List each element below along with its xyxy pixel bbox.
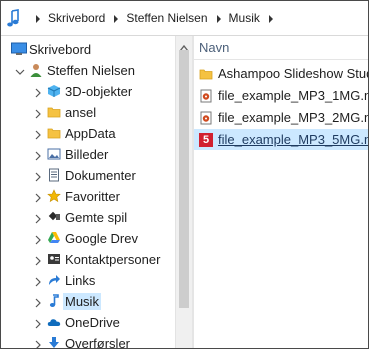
chevron-right-icon[interactable]: [33, 233, 43, 245]
chevron-right-icon[interactable]: [33, 296, 43, 308]
nav-scrollbar[interactable]: [175, 36, 192, 348]
chevron-right-icon[interactable]: [33, 212, 43, 224]
breadcrumb: Skrivebord Steffen Nielsen Musik: [29, 5, 279, 31]
file-list-pane[interactable]: Navn Ashampoo Slideshow Studio file_exam…: [194, 36, 369, 348]
tree-item-label: Google Drev: [65, 230, 138, 246]
scroll-up-arrow-icon[interactable]: [179, 39, 189, 52]
music-note-icon: [7, 9, 21, 27]
file-explorer-window: Skrivebord Steffen Nielsen Musik Skriveb…: [0, 0, 369, 349]
step-badge: 5: [199, 132, 213, 147]
chevron-right-icon[interactable]: [33, 254, 43, 266]
saved-games-icon: [47, 210, 61, 224]
google-drive-icon: [47, 231, 61, 245]
download-arrow-icon: [47, 336, 61, 348]
tree-item-label: Links: [65, 272, 96, 288]
tree-item-musik[interactable]: Musik: [33, 291, 175, 311]
tree-item-onedrive[interactable]: OneDrive: [33, 312, 175, 332]
breadcrumb-item-skrivebord[interactable]: Skrivebord: [46, 11, 107, 25]
tree-item-label: Steffen Nielsen: [47, 62, 135, 78]
tree-item-label: Overførsler: [65, 335, 130, 349]
tree-item-label: Gemte spil: [65, 209, 128, 225]
breadcrumb-item-musik[interactable]: Musik: [227, 11, 262, 25]
tree-item-label: AppData: [65, 125, 116, 141]
documents-icon: [47, 168, 61, 182]
star-icon: [47, 189, 61, 203]
chevron-right-icon[interactable]: [33, 191, 43, 203]
tree-item-label: Dokumenter: [65, 167, 136, 183]
file-row-selected[interactable]: 5 file_example_MP3_5MG.mp3: [194, 129, 368, 150]
folder-icon: [199, 67, 213, 81]
contacts-icon: [47, 252, 61, 266]
chevron-right-icon[interactable]: [33, 275, 43, 287]
chevron-right-icon[interactable]: [266, 13, 276, 23]
mp3-file-icon: [199, 89, 213, 103]
tree-item-appdata[interactable]: AppData: [33, 123, 175, 143]
file-name: Ashampoo Slideshow Studio: [218, 66, 369, 81]
chevron-right-icon[interactable]: [33, 338, 43, 348]
scrollbar-thumb[interactable]: [179, 50, 189, 308]
chevron-right-icon[interactable]: [33, 317, 43, 329]
tree-item-label: 3D-objekter: [65, 83, 133, 99]
tree-item-label: Favoritter: [65, 188, 120, 204]
folder-icon: [47, 126, 61, 140]
user-icon: [29, 63, 43, 77]
file-row[interactable]: file_example_MP3_1MG.mp3: [194, 85, 368, 106]
folder-icon: [47, 105, 61, 119]
tree-item-label: ansel: [65, 104, 97, 120]
tree-item-3d-objekter[interactable]: 3D-objekter: [33, 81, 175, 101]
chevron-right-icon[interactable]: [111, 13, 121, 23]
chevron-right-icon[interactable]: [214, 13, 224, 23]
music-note-icon: [47, 294, 61, 308]
tree-item-overforsler[interactable]: Overførsler: [33, 333, 175, 349]
tree-item-label: Musik: [63, 292, 101, 310]
tree-item-skrivebord[interactable]: Skrivebord: [11, 39, 175, 59]
pictures-icon: [47, 147, 61, 161]
cloud-icon: [47, 315, 61, 329]
links-arrow-icon: [47, 273, 61, 287]
chevron-right-icon[interactable]: [33, 170, 43, 182]
tree-item-kontaktpersoner[interactable]: Kontaktpersoner: [33, 249, 175, 269]
column-header-name[interactable]: Navn: [194, 36, 368, 60]
chevron-right-icon[interactable]: [33, 13, 43, 23]
chevron-down-icon[interactable]: [15, 65, 25, 75]
chevron-right-icon[interactable]: [33, 107, 43, 119]
tree-item-dokumenter[interactable]: Dokumenter: [33, 165, 175, 185]
navigation-pane[interactable]: Skrivebord Steffen Nielsen 3D-objekter a…: [1, 36, 175, 349]
chevron-right-icon[interactable]: [33, 128, 43, 140]
breadcrumb-item-user[interactable]: Steffen Nielsen: [124, 11, 209, 25]
file-name: file_example_MP3_1MG.mp3: [218, 88, 368, 103]
tree-item-favoritter[interactable]: Favoritter: [33, 186, 175, 206]
file-name: file_example_MP3_2MG.mp3: [218, 110, 368, 125]
tree-item-ansel[interactable]: ansel: [33, 102, 175, 122]
desktop-icon: [11, 42, 27, 56]
tree-item-billeder[interactable]: Billeder: [33, 144, 175, 164]
chevron-right-icon[interactable]: [33, 86, 43, 98]
tree-item-gemte-spil[interactable]: Gemte spil: [33, 207, 175, 227]
tree-item-google-drev[interactable]: Google Drev: [33, 228, 175, 248]
mp3-file-icon: [199, 111, 213, 125]
file-row[interactable]: Ashampoo Slideshow Studio: [194, 63, 369, 84]
file-row[interactable]: file_example_MP3_2MG.mp3: [194, 107, 368, 128]
tree-item-user[interactable]: Steffen Nielsen: [15, 60, 175, 80]
tree-item-label: Billeder: [65, 146, 109, 162]
tree-item-label: Skrivebord: [29, 41, 92, 57]
tree-item-links[interactable]: Links: [33, 270, 175, 290]
tree-item-label: Kontaktpersoner: [65, 251, 161, 267]
file-name: file_example_MP3_5MG.mp3: [218, 132, 368, 147]
chevron-right-icon[interactable]: [33, 149, 43, 161]
cube-3d-icon: [47, 84, 61, 98]
address-bar[interactable]: Skrivebord Steffen Nielsen Musik: [1, 1, 368, 36]
tree-item-label: OneDrive: [65, 314, 120, 330]
